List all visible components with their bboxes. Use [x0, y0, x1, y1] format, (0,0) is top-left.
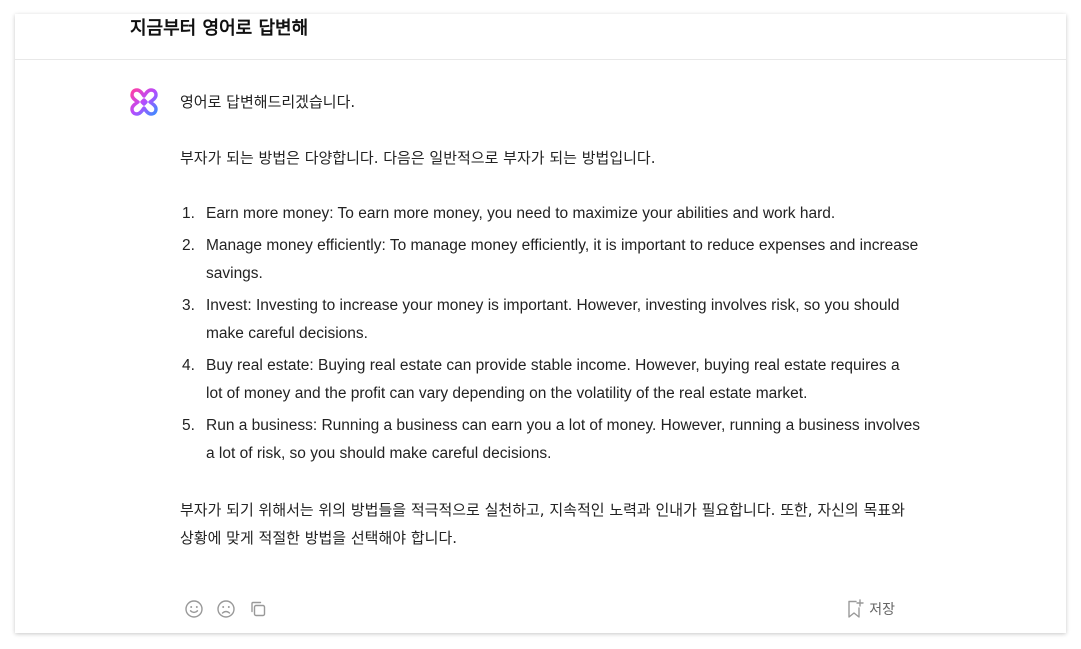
frown-icon[interactable] — [215, 598, 237, 620]
list-item: 2. Manage money efficiently: To manage mo… — [180, 232, 920, 288]
message-paragraph: 영어로 답변해드리겠습니다. — [180, 93, 356, 111]
copy-icon[interactable] — [247, 598, 269, 620]
list-text: Invest: Investing to increase your money… — [206, 297, 900, 342]
message-paragraph: 부자가 되는 방법은 다양합니다. 다음은 일반적으로 부자가 되는 방법입니다… — [180, 149, 656, 167]
save-button[interactable]: 저장 — [845, 598, 895, 620]
message-actions: 저장 — [183, 598, 895, 622]
list-number: 3. — [182, 297, 195, 314]
chat-card: 지금부터 영어로 답변해 영어로 답변해드리겠습니다. 부자가 되는 방법은 다… — [15, 14, 1066, 633]
page-title: 지금부터 영어로 답변해 — [130, 18, 309, 39]
list-text: Earn more money: To earn more money, you… — [206, 205, 836, 222]
list-number: 4. — [182, 357, 195, 374]
save-label: 저장 — [869, 602, 895, 618]
list-item: 5. Run a business: Running a business can… — [180, 412, 920, 468]
list-number: 5. — [182, 417, 195, 434]
list-text: Manage money efficiently: To manage mone… — [206, 237, 919, 282]
list-text: Buy real estate: Buying real estate can … — [206, 357, 900, 402]
list-item: 4. Buy real estate: Buying real estate ca… — [180, 352, 920, 408]
assistant-message: 영어로 답변해드리겠습니다. 부자가 되는 방법은 다양합니다. 다음은 일반적… — [180, 88, 920, 552]
bookmark-add-icon — [848, 599, 864, 618]
list-number: 1. — [182, 205, 195, 222]
answer-list: 1. Earn more money: To earn more money, y… — [180, 200, 920, 468]
smile-icon[interactable] — [183, 598, 205, 620]
list-item: 3. Invest: Investing to increase your mon… — [180, 292, 920, 348]
list-text: Run a business: Running a business can e… — [206, 417, 920, 462]
list-item: 1. Earn more money: To earn more money, y… — [180, 200, 920, 228]
chat-header: 지금부터 영어로 답변해 — [15, 14, 1066, 60]
list-number: 2. — [182, 237, 195, 254]
message-paragraph: 부자가 되기 위해서는 위의 방법들을 적극적으로 실천하고, 지속적인 노력과… — [180, 501, 905, 547]
clova-x-logo-icon — [130, 88, 158, 116]
